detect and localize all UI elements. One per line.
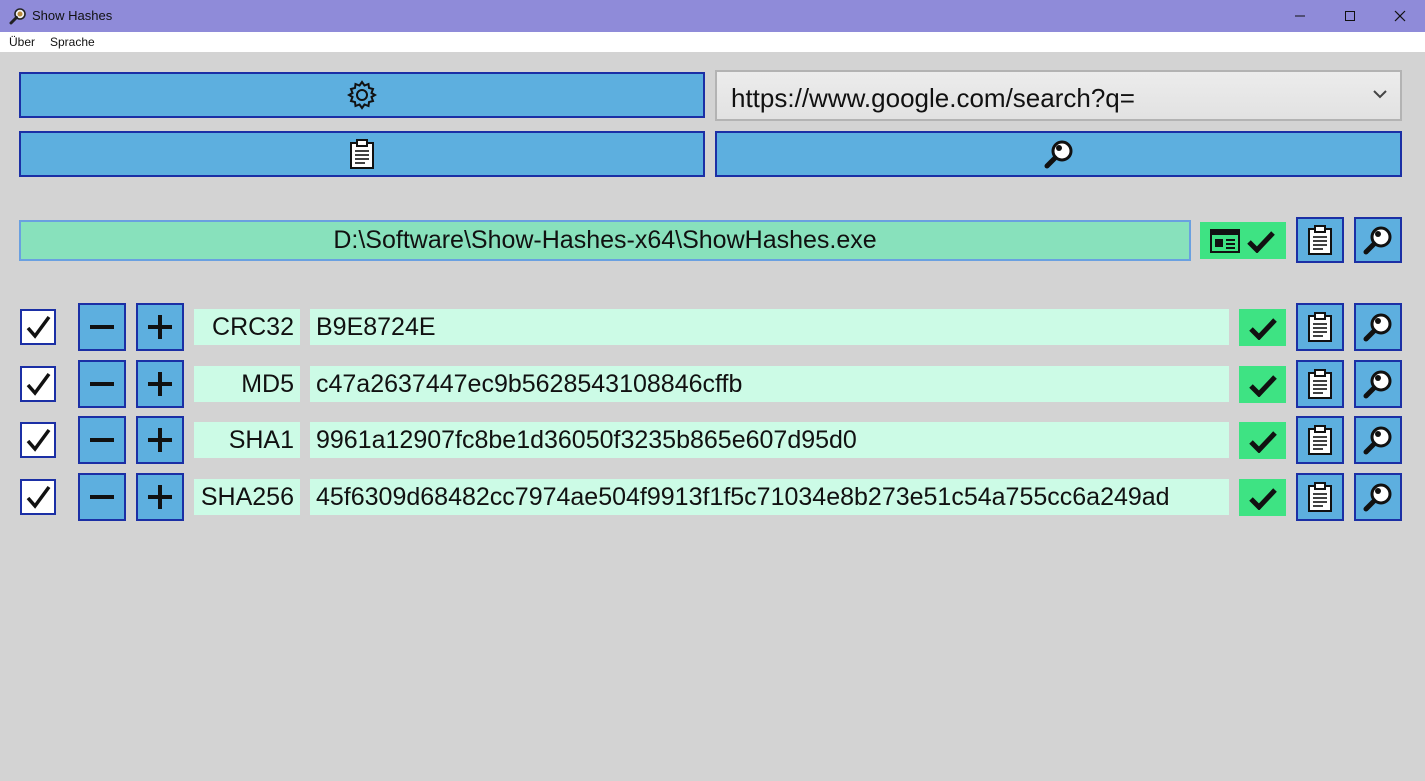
hash-algorithm-label: MD5: [194, 366, 300, 402]
file-path-field[interactable]: D:\Software\Show-Hashes-x64\ShowHashes.e…: [19, 220, 1191, 261]
hash-search-button[interactable]: [1354, 473, 1402, 521]
close-button[interactable]: [1377, 0, 1423, 32]
settings-button[interactable]: [19, 72, 705, 118]
hash-add-button[interactable]: [136, 303, 184, 351]
checkmark-icon: [1248, 317, 1277, 340]
clipboard-icon: [1308, 482, 1332, 512]
minus-icon: [90, 325, 114, 329]
minus-icon: [90, 438, 114, 442]
hash-algorithm-label: SHA1: [194, 422, 300, 458]
maximize-button[interactable]: [1327, 0, 1373, 32]
close-icon: [1394, 10, 1406, 22]
hash-status: [1239, 309, 1286, 346]
hash-search-button[interactable]: [1354, 303, 1402, 351]
minus-icon: [90, 382, 114, 386]
menu-bar: Über Sprache: [0, 32, 1425, 52]
checkbox-check-icon: [26, 372, 51, 396]
title-bar: Show Hashes: [0, 0, 1425, 32]
app-icon: [9, 8, 26, 25]
hash-search-button[interactable]: [1354, 416, 1402, 464]
hash-remove-button[interactable]: [78, 360, 126, 408]
checkmark-icon: [1248, 487, 1277, 510]
chevron-down-icon: [1373, 90, 1387, 99]
hash-value-field[interactable]: 9961a12907fc8be1d36050f3235b865e607d95d0: [310, 422, 1229, 458]
plus-icon: [148, 428, 172, 452]
hash-status: [1239, 422, 1286, 459]
checkmark-icon: [1248, 430, 1277, 453]
hash-enable-checkbox[interactable]: [20, 366, 56, 402]
clipboard-icon: [1308, 312, 1332, 342]
magnifier-icon: [1363, 370, 1392, 399]
minus-icon: [90, 495, 114, 499]
search-engine-value: https://www.google.com/search?q=: [731, 83, 1135, 113]
checkbox-check-icon: [26, 485, 51, 509]
menu-item-language[interactable]: Sprache: [50, 35, 95, 49]
clipboard-icon: [1308, 425, 1332, 455]
hash-remove-button[interactable]: [78, 473, 126, 521]
magnifier-icon: [1363, 426, 1392, 455]
hash-value-field[interactable]: 45f6309d68482cc7974ae504f9913f1f5c71034e…: [310, 479, 1229, 515]
magnifier-icon: [1363, 313, 1392, 342]
magnifier-icon: [1363, 483, 1392, 512]
minimize-button[interactable]: [1277, 0, 1323, 32]
hash-add-button[interactable]: [136, 473, 184, 521]
hash-algorithm-label: SHA256: [194, 479, 300, 515]
clipboard-icon: [350, 139, 374, 169]
search-all-button[interactable]: [715, 131, 1402, 177]
gear-icon: [347, 80, 377, 110]
plus-icon: [148, 315, 172, 339]
window-icon: [1210, 228, 1240, 253]
hash-enable-checkbox[interactable]: [20, 422, 56, 458]
hash-copy-button[interactable]: [1296, 303, 1344, 351]
hash-enable-checkbox[interactable]: [20, 309, 56, 345]
clipboard-icon: [1308, 225, 1332, 255]
hash-enable-checkbox[interactable]: [20, 479, 56, 515]
hash-remove-button[interactable]: [78, 303, 126, 351]
checkbox-check-icon: [26, 315, 51, 339]
hash-search-button[interactable]: [1354, 360, 1402, 408]
hash-algorithm-label: CRC32: [194, 309, 300, 345]
hash-value-field[interactable]: B9E8724E: [310, 309, 1229, 345]
file-copy-button[interactable]: [1296, 217, 1344, 263]
checkbox-check-icon: [26, 428, 51, 452]
hash-add-button[interactable]: [136, 360, 184, 408]
minimize-icon: [1295, 15, 1305, 17]
magnifier-icon: [1363, 226, 1392, 255]
hash-status: [1239, 366, 1286, 403]
maximize-icon: [1345, 11, 1355, 21]
checkmark-icon: [1248, 374, 1277, 397]
plus-icon: [148, 485, 172, 509]
hash-status: [1239, 479, 1286, 516]
plus-icon: [148, 372, 172, 396]
copy-all-button[interactable]: [19, 131, 705, 177]
hash-copy-button[interactable]: [1296, 473, 1344, 521]
file-status: [1200, 222, 1286, 259]
hash-copy-button[interactable]: [1296, 416, 1344, 464]
checkmark-icon: [1247, 230, 1275, 253]
magnifier-icon: [1044, 140, 1072, 169]
hash-value-field[interactable]: c47a2637447ec9b5628543108846cffb: [310, 366, 1229, 402]
hash-remove-button[interactable]: [78, 416, 126, 464]
hash-copy-button[interactable]: [1296, 360, 1344, 408]
search-engine-dropdown[interactable]: https://www.google.com/search?q=: [715, 70, 1402, 121]
hash-add-button[interactable]: [136, 416, 184, 464]
window-title: Show Hashes: [32, 8, 113, 23]
menu-item-about[interactable]: Über: [9, 35, 35, 49]
file-search-button[interactable]: [1354, 217, 1402, 263]
clipboard-icon: [1308, 369, 1332, 399]
